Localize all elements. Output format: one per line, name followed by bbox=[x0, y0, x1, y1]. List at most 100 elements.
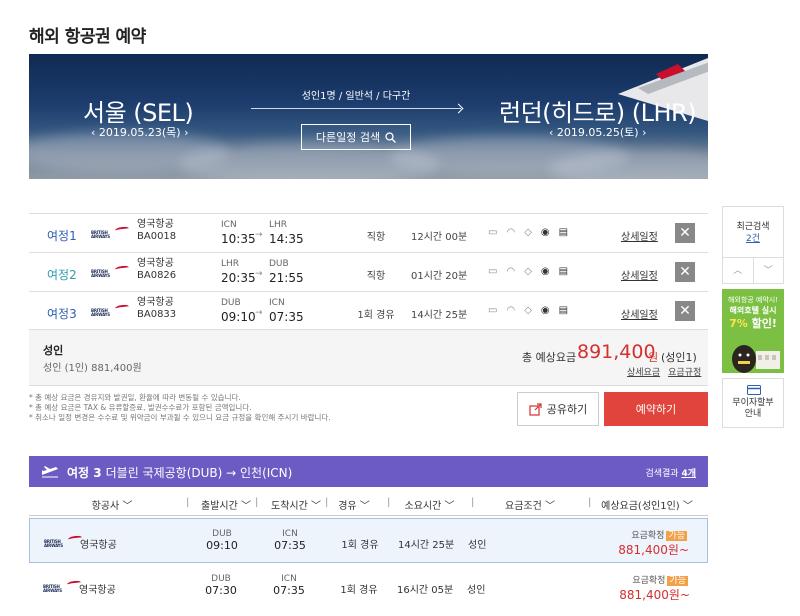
airline-name: 영국항공 bbox=[137, 297, 174, 308]
close-icon[interactable]: ✕ bbox=[675, 262, 695, 282]
route-arrow bbox=[251, 108, 461, 109]
result-count[interactable]: 4개 bbox=[681, 469, 696, 479]
to-date[interactable]: ‹ 2019.05.25(토) › bbox=[549, 124, 646, 140]
recent-search-count[interactable]: 2건 bbox=[723, 231, 783, 244]
installment-label: 무이자할부 bbox=[732, 398, 774, 408]
flight-duration: 01시간 20분 bbox=[411, 271, 468, 282]
arr-time: 07:35 bbox=[273, 584, 305, 597]
british-airways-logo-icon: BRITISH AIRWAYS bbox=[91, 304, 130, 318]
fare-summary: 성인 성인 (1인) 881,400원 총 예상요금 891,400 원 (성인… bbox=[29, 330, 708, 386]
to-city: 런던(히드로) (LHR) bbox=[499, 99, 697, 127]
flight-duration: 14시간 25분 bbox=[398, 540, 455, 551]
plane-departure-icon bbox=[42, 466, 58, 478]
total-per: (성인1) bbox=[661, 351, 697, 364]
other-schedule-button[interactable]: 다른일정 검색 bbox=[301, 124, 411, 150]
arrow-right-icon: → bbox=[255, 230, 263, 240]
wifi-icon: ◠ bbox=[506, 266, 516, 277]
sort-airline[interactable]: 항공사 ﹀ bbox=[77, 497, 147, 512]
stop-count: 1회 경유 bbox=[357, 310, 395, 321]
leg-number: 여정 3 bbox=[67, 466, 102, 480]
close-icon[interactable]: ✕ bbox=[675, 301, 695, 321]
logo-text: AIRWAYS bbox=[91, 273, 110, 278]
scroll-down-icon[interactable]: ﹀ bbox=[754, 258, 784, 283]
seat-icon: ▤ bbox=[558, 305, 569, 316]
meal-icon: ◇ bbox=[524, 305, 532, 316]
logo-text: AIRWAYS bbox=[44, 543, 63, 548]
airline-name: 영국항공 bbox=[137, 219, 174, 230]
note-line: * 취소나 일정 변경은 수수료 및 위약금이 부과될 수 있으니 요금 규정을… bbox=[29, 413, 331, 422]
logo-text: AIRWAYS bbox=[43, 588, 62, 593]
fare-notes: * 총 예상 요금은 경유지와 발권일, 환율에 따라 변동될 수 있습니다. … bbox=[29, 393, 409, 423]
adult-subtotal: 성인 (1인) 881,400원 bbox=[43, 363, 142, 374]
video-icon: ▭ bbox=[488, 266, 498, 277]
result-label: 검색결과 bbox=[645, 469, 682, 479]
total-won: 원 bbox=[648, 351, 659, 364]
british-airways-logo-icon: BRITISH AIRWAYS bbox=[43, 580, 82, 594]
fare-confirm-label: 요금확정 bbox=[631, 531, 665, 541]
share-icon bbox=[529, 402, 542, 416]
power-icon: ◉ bbox=[540, 266, 550, 277]
dep-code: ICN bbox=[221, 220, 237, 230]
arrow-right-icon: → bbox=[255, 269, 263, 279]
seat-icon: ▤ bbox=[558, 227, 569, 238]
dep-time: 07:30 bbox=[205, 584, 237, 597]
installment-guide-widget[interactable]: 무이자할부 안내 bbox=[722, 378, 784, 428]
result-row[interactable]: BRITISH AIRWAYS 영국항공 DUB 09:10 ICN 07:35 … bbox=[29, 518, 708, 563]
segment-label: 여정1 bbox=[47, 229, 77, 243]
sort-departure[interactable]: 출발시간 ﹀ bbox=[191, 497, 261, 512]
stop-count: 직항 bbox=[366, 271, 386, 282]
total-label: 총 예상요금 bbox=[522, 351, 577, 364]
hotel-promo-banner[interactable]: 해외항공 예약시! 해외호텔 실시 7% 할인! bbox=[722, 289, 784, 373]
sort-fare-condition[interactable]: 요금조건 ﹀ bbox=[475, 497, 585, 512]
fare-rule-link[interactable]: 요금규정 bbox=[668, 365, 701, 378]
dep-time: 09:10 bbox=[206, 539, 238, 552]
dep-code: DUB bbox=[212, 529, 232, 539]
british-airways-logo-icon: BRITISH AIRWAYS bbox=[44, 535, 83, 549]
stop-count: 1회 경유 bbox=[340, 585, 378, 596]
result-price: 881,400원~ bbox=[618, 543, 689, 557]
arr-code: ICN bbox=[269, 298, 285, 308]
segment-detail-link[interactable]: 상세일정 bbox=[621, 306, 658, 321]
book-button[interactable]: 예약하기 bbox=[604, 392, 708, 426]
logo-text: AIRWAYS bbox=[91, 312, 110, 317]
airline-name: 영국항공 bbox=[137, 258, 174, 269]
arr-code: ICN bbox=[282, 529, 298, 539]
meal-icon: ◇ bbox=[524, 266, 532, 277]
scroll-up-icon[interactable]: ︿ bbox=[723, 258, 754, 283]
leg-route: 더블린 국제공항(DUB) → 인천(ICN) bbox=[105, 466, 293, 480]
segment-row: 여정1 BRITISH AIRWAYS 영국항공 BA0018 ICN 10:35 … bbox=[29, 213, 708, 252]
logo-text: AIRWAYS bbox=[91, 234, 110, 239]
segment-detail-link[interactable]: 상세일정 bbox=[621, 228, 658, 243]
search-icon bbox=[385, 131, 397, 143]
sort-price[interactable]: 예상요금(성인1인) ﹀ bbox=[592, 497, 702, 512]
recent-search-widget: 최근검색 2건 ︿ ﹀ bbox=[722, 206, 784, 284]
arr-time: 07:35 bbox=[269, 310, 304, 324]
segment-detail-link[interactable]: 상세일정 bbox=[621, 267, 658, 282]
share-button[interactable]: 공유하기 bbox=[517, 392, 599, 426]
arr-code: LHR bbox=[269, 220, 288, 230]
flight-number: BA0018 bbox=[137, 231, 177, 242]
result-row[interactable]: BRITISH AIRWAYS 영국항공 DUB 07:30 ICN 07:35 … bbox=[29, 564, 708, 609]
note-line: * 총 예상 요금은 경유지와 발권일, 환율에 따라 변동될 수 있습니다. bbox=[29, 393, 241, 402]
british-airways-logo-icon: BRITISH AIRWAYS bbox=[91, 265, 130, 279]
route-banner: 서울 (SEL) ‹ 2019.05.23(목) › 성인1명 / 일반석 / … bbox=[29, 54, 708, 179]
close-icon[interactable]: ✕ bbox=[675, 223, 695, 243]
stop-count: 직항 bbox=[366, 232, 386, 243]
from-date[interactable]: ‹ 2019.05.23(목) › bbox=[91, 124, 188, 140]
video-icon: ▭ bbox=[488, 305, 498, 316]
sort-duration[interactable]: 소요시간 ﹀ bbox=[392, 497, 467, 512]
fare-class: 성인 bbox=[468, 540, 487, 551]
meal-icon: ◇ bbox=[524, 227, 532, 238]
leg-header: 여정 3 더블린 국제공항(DUB) → 인천(ICN) 검색결과 4개 bbox=[29, 456, 708, 487]
video-icon: ▭ bbox=[488, 227, 498, 238]
fare-detail-link[interactable]: 상세요금 bbox=[627, 365, 660, 378]
segment-label: 여정3 bbox=[47, 307, 77, 321]
note-line: * 총 예상 요금은 TAX & 유류할증료, 발권수수료가 포함된 금액입니다… bbox=[29, 403, 252, 412]
sort-stops[interactable]: 경유 ﹀ bbox=[329, 497, 379, 512]
arr-time: 07:35 bbox=[274, 539, 306, 552]
sort-arrival[interactable]: 도착시간 ﹀ bbox=[261, 497, 331, 512]
flight-duration: 12시간 00분 bbox=[411, 232, 468, 243]
character-illustration-icon bbox=[732, 345, 780, 373]
flight-duration: 16시간 05분 bbox=[397, 585, 454, 596]
fare-confirm-label: 요금확정 bbox=[632, 576, 666, 586]
